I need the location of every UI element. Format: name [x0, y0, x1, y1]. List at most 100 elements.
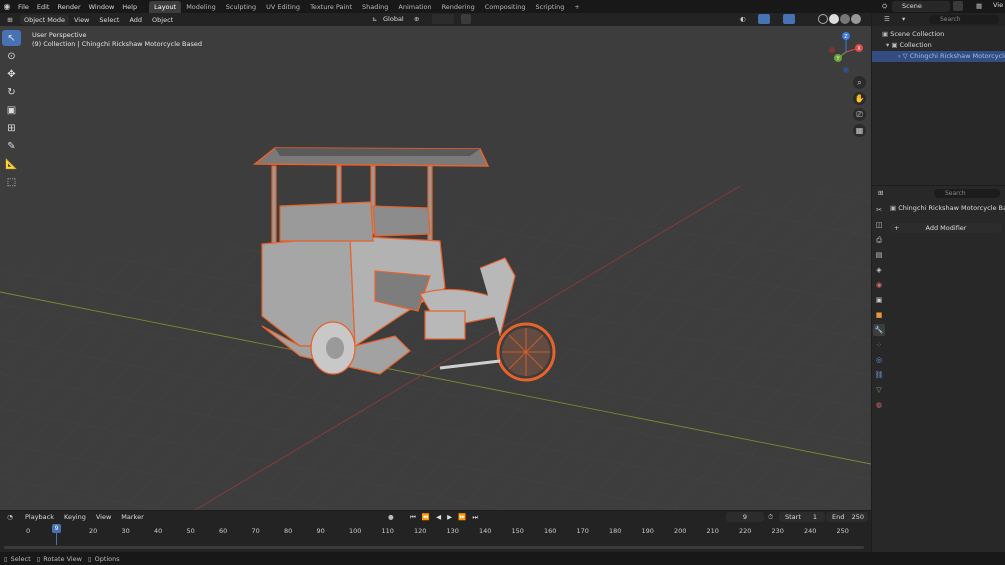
- timeline-tick-label: 250: [836, 527, 849, 535]
- gizmo-toggle[interactable]: [758, 14, 770, 24]
- properties-editor-icon[interactable]: ⊞: [878, 189, 883, 197]
- status-rotate-view: Rotate View: [43, 554, 82, 563]
- transform-tool[interactable]: ⊞: [2, 120, 21, 136]
- physics-tab-icon[interactable]: ◎: [873, 354, 885, 366]
- view-layer-icon[interactable]: ▦: [976, 2, 982, 10]
- tab-shading[interactable]: Shading: [357, 1, 393, 13]
- menu-view[interactable]: View: [69, 16, 94, 24]
- tab-compositing[interactable]: Compositing: [480, 1, 531, 13]
- end-frame-field[interactable]: End 250: [826, 512, 868, 522]
- timeline-editor-type-icon[interactable]: ◔: [0, 513, 20, 521]
- menu-render[interactable]: Render: [53, 3, 84, 11]
- collection-tab-icon[interactable]: ▣: [873, 294, 885, 306]
- scene-icon[interactable]: ⛭: [882, 2, 887, 11]
- menu-file[interactable]: File: [14, 3, 33, 11]
- particles-tab-icon[interactable]: ⁘: [873, 339, 885, 351]
- material-tab-icon[interactable]: ◍: [873, 399, 885, 411]
- menu-edit[interactable]: Edit: [33, 3, 54, 11]
- snap-toggle[interactable]: [432, 14, 454, 24]
- add-cube-tool[interactable]: ⬚: [2, 174, 21, 190]
- scene-collection-row[interactable]: ▣ Scene Collection: [872, 29, 1005, 40]
- playhead[interactable]: 9: [52, 524, 61, 533]
- start-label: Start: [785, 513, 801, 521]
- perspective-toggle-icon[interactable]: ▦: [853, 124, 866, 137]
- tool-tab-icon[interactable]: ✂: [873, 204, 885, 216]
- menu-add[interactable]: Add: [124, 16, 147, 24]
- select-box-tool[interactable]: ↖: [2, 30, 21, 46]
- scene-tab-icon[interactable]: ◈: [873, 264, 885, 276]
- timeline-tick-label: 140: [479, 527, 492, 535]
- add-modifier-button[interactable]: + Add Modifier: [890, 223, 1002, 233]
- outliner-editor-icon[interactable]: ☰: [884, 15, 890, 23]
- start-frame-field[interactable]: Start 1: [779, 512, 825, 522]
- menu-help[interactable]: Help: [118, 3, 141, 11]
- timeline-scrollbar[interactable]: [4, 546, 864, 549]
- clock-icon[interactable]: ⏱: [768, 513, 773, 522]
- new-scene-icon[interactable]: [953, 1, 963, 11]
- orientation-icon: ⊾: [372, 15, 378, 23]
- visibility-icon[interactable]: ◐: [740, 15, 746, 23]
- object-tab-icon[interactable]: ■: [873, 309, 885, 321]
- menu-keying[interactable]: Keying: [59, 513, 91, 521]
- tab-animation[interactable]: Animation: [393, 1, 436, 13]
- pivot-icon[interactable]: ⊕: [414, 15, 419, 23]
- constraints-tab-icon[interactable]: ⛓: [873, 369, 885, 381]
- navigation-gizmo[interactable]: Z X Y: [826, 30, 866, 74]
- properties-search-input[interactable]: Search: [934, 189, 1000, 198]
- wireframe-shading-icon[interactable]: [818, 14, 828, 24]
- tab-rendering[interactable]: Rendering: [437, 1, 480, 13]
- viewport-info: User Perspective (9) Collection | Chingc…: [32, 31, 202, 49]
- blender-logo-icon[interactable]: ◉: [0, 2, 14, 11]
- output-tab-icon[interactable]: ⎙: [873, 234, 885, 246]
- outliner-search-input[interactable]: Search: [929, 15, 999, 24]
- menu-timeline-view[interactable]: View: [91, 513, 116, 521]
- menu-marker[interactable]: Marker: [116, 513, 148, 521]
- measure-tool[interactable]: 📐: [2, 156, 21, 172]
- scale-tool[interactable]: ▣: [2, 102, 21, 118]
- menu-playback[interactable]: Playback: [20, 513, 59, 521]
- solid-shading-icon[interactable]: [829, 14, 839, 24]
- orientation-selector[interactable]: Global: [383, 15, 404, 23]
- tab-modeling[interactable]: Modeling: [181, 1, 221, 13]
- 3d-viewport[interactable]: [0, 26, 871, 510]
- add-workspace-icon[interactable]: +: [569, 1, 584, 13]
- zoom-icon[interactable]: ⌕: [853, 76, 866, 89]
- render-tab-icon[interactable]: ◫: [873, 219, 885, 231]
- modifier-tab-icon[interactable]: 🔧: [873, 324, 885, 336]
- material-shading-icon[interactable]: [840, 14, 850, 24]
- current-frame-field[interactable]: 9: [726, 512, 764, 522]
- object-row-selected[interactable]: › ▽ Chingchi Rickshaw Motorcycle B: [872, 51, 1005, 62]
- data-tab-icon[interactable]: ▽: [873, 384, 885, 396]
- timeline-tick-label: 40: [154, 527, 163, 535]
- tab-texture-paint[interactable]: Texture Paint: [305, 1, 357, 13]
- outliner: ☰ ▾ Search ▣ Scene Collection ▾ ▣ Collec…: [872, 13, 1005, 185]
- rendered-shading-icon[interactable]: [851, 14, 861, 24]
- status-select: Select: [10, 554, 31, 563]
- menu-select[interactable]: Select: [94, 16, 124, 24]
- record-icon[interactable]: ●: [388, 513, 394, 521]
- tab-layout[interactable]: Layout: [149, 0, 182, 13]
- collection-row[interactable]: ▾ ▣ Collection: [872, 40, 1005, 51]
- tab-sculpting[interactable]: Sculpting: [221, 1, 261, 13]
- rotate-tool[interactable]: ↻: [2, 84, 21, 100]
- editor-type-icon[interactable]: ⊞: [0, 16, 20, 24]
- annotate-tool[interactable]: ✎: [2, 138, 21, 154]
- view-layer-label[interactable]: Vie: [993, 1, 1003, 9]
- menu-object[interactable]: Object: [147, 16, 178, 24]
- playback-controls[interactable]: ⏮ ⏪ ◀ ▶ ⏩ ⏭: [410, 513, 480, 522]
- move-tool[interactable]: ✥: [2, 66, 21, 82]
- overlay-toggle[interactable]: [783, 14, 795, 24]
- tab-uv-editing[interactable]: UV Editing: [261, 1, 305, 13]
- world-tab-icon[interactable]: ◉: [873, 279, 885, 291]
- outliner-filter-icon[interactable]: ▾: [902, 15, 905, 23]
- camera-view-icon[interactable]: ⎚: [853, 108, 866, 121]
- mode-selector[interactable]: Object Mode: [20, 14, 69, 25]
- view-layer-tab-icon[interactable]: ▤: [873, 249, 885, 261]
- pan-hand-icon[interactable]: ✋: [853, 92, 866, 105]
- cursor-tool[interactable]: ⊙: [2, 48, 21, 64]
- menu-window[interactable]: Window: [85, 3, 119, 11]
- status-options: Options: [94, 554, 120, 563]
- tab-scripting[interactable]: Scripting: [531, 1, 570, 13]
- proportional-editing-toggle[interactable]: [461, 14, 471, 24]
- scene-selector[interactable]: Scene: [892, 1, 950, 12]
